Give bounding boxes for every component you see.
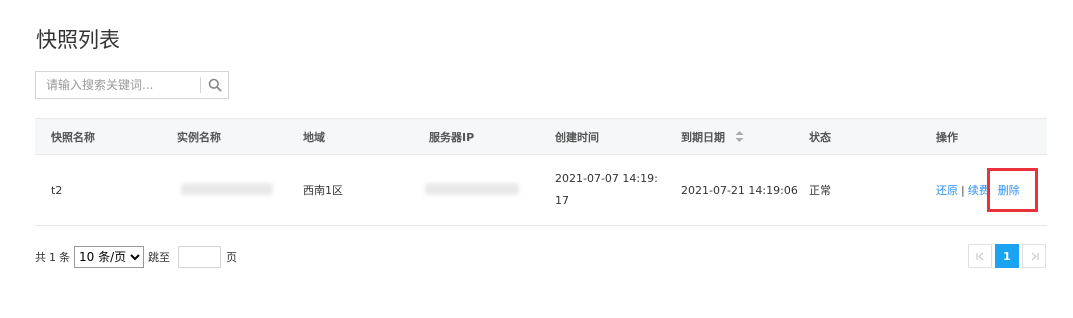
- jump-page-input[interactable]: [178, 246, 221, 268]
- header-snapshot-name: 快照名称: [35, 118, 177, 155]
- next-page-button[interactable]: [1022, 244, 1046, 268]
- cell-snapshot-name: t2: [35, 154, 177, 226]
- cell-instance-name: [177, 154, 303, 226]
- cell-actions: 还原 | 续费 删除: [936, 154, 1047, 226]
- table-row: t2 西南1区 2021-07-07 14:19:17 2021-07-21 1…: [35, 154, 1047, 226]
- header-region: 地域: [303, 118, 429, 155]
- cell-server-ip: [425, 154, 555, 226]
- total-prefix: 共: [35, 251, 46, 264]
- total-suffix: 条: [59, 251, 70, 264]
- last-page-icon: [1031, 252, 1039, 260]
- header-server-ip: 服务器IP: [429, 118, 555, 155]
- restore-link[interactable]: 还原: [936, 184, 958, 197]
- page-title: 快照列表: [36, 28, 120, 52]
- first-page-icon: [975, 252, 983, 260]
- search-box: [35, 71, 229, 99]
- cell-created-time: 2021-07-07 14:19:17: [555, 154, 681, 226]
- page-suffix: 页: [226, 251, 237, 264]
- pagination: 1: [968, 244, 1046, 268]
- action-separator: |: [961, 184, 965, 197]
- search-input[interactable]: [36, 72, 201, 98]
- page-size-select[interactable]: 10 条/页: [74, 246, 144, 268]
- table-header-row: 快照名称 实例名称 地域 服务器IP 创建时间 到期日期 状态 操作: [35, 118, 1047, 155]
- prev-page-button[interactable]: [968, 244, 992, 268]
- pagination-footer: 共 1 条 10 条/页 跳至 页: [35, 246, 237, 268]
- cell-region: 西南1区: [303, 154, 429, 226]
- header-created-time: 创建时间: [555, 118, 681, 155]
- header-status: 状态: [809, 118, 936, 155]
- sort-icon[interactable]: [735, 130, 744, 145]
- search-icon[interactable]: [201, 72, 228, 98]
- page-number-button[interactable]: 1: [995, 244, 1019, 268]
- cell-expiry-date: 2021-07-21 14:19:06: [681, 154, 809, 226]
- jump-label: 跳至: [148, 251, 170, 264]
- header-expiry-date[interactable]: 到期日期: [681, 118, 809, 155]
- header-instance-name: 实例名称: [177, 118, 303, 155]
- created-time-text: 2021-07-07 14:19:17: [555, 172, 658, 207]
- delete-link[interactable]: 删除: [998, 184, 1020, 197]
- redacted-server-ip: [425, 182, 519, 195]
- header-expiry-label: 到期日期: [681, 130, 725, 144]
- cell-status: 正常: [809, 154, 936, 226]
- header-actions: 操作: [936, 118, 1047, 155]
- redacted-instance-name: [181, 182, 273, 195]
- total-count: 1: [49, 250, 56, 264]
- delete-highlight-box: 删除: [986, 168, 1038, 212]
- snapshot-table: 快照名称 实例名称 地域 服务器IP 创建时间 到期日期 状态 操作 t2 西南…: [35, 118, 1047, 226]
